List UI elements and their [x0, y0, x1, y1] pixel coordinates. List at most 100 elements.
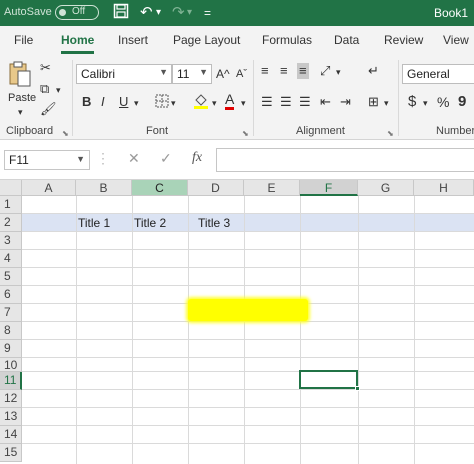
save-icon[interactable] [113, 3, 129, 25]
column-header-d[interactable]: D [188, 180, 244, 196]
font-color-button[interactable]: A [225, 92, 235, 110]
worksheet-grid: A B C D E F G H 1 2 3 4 5 6 7 8 9 10 11 … [0, 180, 474, 464]
column-header-f[interactable]: F [300, 180, 358, 196]
row-header-9[interactable]: 9 [0, 340, 22, 358]
align-middle-icon[interactable]: ≡ [280, 63, 288, 79]
enter-icon[interactable]: ✓ [160, 150, 172, 167]
align-bottom-icon[interactable]: ≡ [297, 63, 309, 79]
borders-icon[interactable] [155, 94, 169, 112]
column-header-e[interactable]: E [244, 180, 300, 196]
row-header-13[interactable]: 13 [0, 408, 22, 426]
merge-dropdown-icon[interactable]: ▾ [384, 95, 389, 111]
column-header-h[interactable]: H [414, 180, 474, 196]
increase-indent-icon[interactable]: ⇥ [340, 94, 351, 110]
wrap-text-icon[interactable]: ↵ [368, 63, 379, 79]
row-header-2[interactable]: 2 [0, 214, 22, 232]
percent-button[interactable]: % [437, 94, 449, 110]
row-header-11[interactable]: 11 [0, 372, 22, 390]
tab-data[interactable]: Data [334, 33, 359, 47]
decrease-indent-icon[interactable]: ⇤ [320, 94, 331, 110]
cell-c2[interactable]: Title 2 [134, 214, 166, 232]
row-header-4[interactable]: 4 [0, 250, 22, 268]
column-header-g[interactable]: G [358, 180, 414, 196]
gridline [132, 196, 133, 464]
gridline [22, 443, 474, 444]
align-left-icon[interactable]: ☰ [261, 94, 273, 110]
currency-button[interactable]: $ [408, 94, 416, 110]
row-header-15[interactable]: 15 [0, 444, 22, 462]
number-format-combo[interactable]: General [402, 64, 474, 84]
select-all-corner[interactable] [0, 180, 22, 196]
align-right-icon[interactable]: ☰ [299, 94, 311, 110]
formula-input[interactable] [216, 148, 474, 172]
redo-dropdown-icon[interactable]: ▾ [187, 3, 192, 23]
tab-formulas[interactable]: Formulas [262, 33, 312, 47]
column-header-b[interactable]: B [76, 180, 132, 196]
font-color-dropdown-icon[interactable]: ▾ [241, 95, 246, 111]
name-box[interactable]: F11 ▼ [4, 150, 90, 170]
fill-color-icon[interactable] [193, 92, 209, 114]
bold-button[interactable]: B [82, 94, 91, 110]
gridline [22, 357, 474, 358]
currency-dropdown-icon[interactable]: ▾ [423, 95, 428, 111]
tab-file[interactable]: File [14, 33, 33, 47]
underline-button[interactable]: U [119, 94, 128, 110]
formula-bar-grip-icon: ⋮ [96, 150, 110, 166]
copy-icon[interactable]: ⧉ [40, 81, 49, 97]
row-header-5[interactable]: 5 [0, 268, 22, 286]
gridline [22, 389, 474, 390]
cancel-icon[interactable]: ✕ [128, 150, 140, 167]
row-header-7[interactable]: 7 [0, 304, 22, 322]
undo-dropdown-icon[interactable]: ▾ [156, 3, 161, 23]
tab-home[interactable]: Home [61, 33, 95, 54]
row-header-12[interactable]: 12 [0, 390, 22, 408]
autosave-label: AutoSave [4, 6, 52, 18]
tab-page-layout[interactable]: Page Layout [173, 33, 240, 47]
underline-dropdown-icon[interactable]: ▾ [134, 95, 139, 111]
row-header-3[interactable]: 3 [0, 232, 22, 250]
font-name-combo[interactable]: Calibri ▼ [76, 64, 172, 84]
fill-color-dropdown-icon[interactable]: ▾ [212, 95, 217, 111]
row-header-10[interactable]: 10 [0, 358, 22, 372]
toggle-knob [59, 9, 66, 16]
paste-icon[interactable] [8, 60, 32, 92]
grow-font-button[interactable]: A^ [216, 66, 230, 82]
align-center-icon[interactable]: ☰ [280, 94, 292, 110]
align-top-icon[interactable]: ≡ [261, 63, 269, 79]
yellow-highlight-mark [188, 299, 308, 321]
row-header-6[interactable]: 6 [0, 286, 22, 304]
redo-icon[interactable]: ↷ [172, 3, 185, 23]
row-header-1[interactable]: 1 [0, 196, 22, 214]
fill-handle[interactable] [355, 386, 360, 391]
tab-review[interactable]: Review [384, 33, 423, 47]
merge-center-icon[interactable]: ⊞ [368, 94, 379, 110]
workbook-name: Book1 [433, 6, 468, 20]
active-cell-f11[interactable] [299, 370, 360, 391]
gridline [22, 339, 474, 340]
autosave-toggle[interactable]: Off [55, 5, 99, 20]
paste-dropdown-icon[interactable]: ▾ [18, 104, 23, 120]
number-format-value: General [407, 67, 450, 81]
cell-b2[interactable]: Title 1 [78, 214, 110, 232]
row-header-14[interactable]: 14 [0, 426, 22, 444]
tab-view[interactable]: View [443, 33, 469, 47]
comma-style-button[interactable]: 9 [458, 94, 466, 110]
customize-qat-icon[interactable]: = [204, 3, 211, 23]
cell-d2[interactable]: Title 3 [198, 214, 230, 232]
format-painter-icon[interactable]: 🖌 [40, 101, 57, 117]
italic-button[interactable]: I [101, 94, 105, 110]
tab-insert[interactable]: Insert [118, 33, 148, 47]
insert-function-button[interactable]: fx [192, 150, 202, 166]
shrink-font-button[interactable]: Aˇ [236, 66, 247, 82]
undo-icon[interactable]: ↶ [140, 3, 153, 23]
column-header-a[interactable]: A [22, 180, 76, 196]
row-header-8[interactable]: 8 [0, 322, 22, 340]
alignment-group-label: Alignment [296, 125, 345, 137]
copy-dropdown-icon[interactable]: ▾ [56, 82, 61, 98]
orientation-icon[interactable]: ⤢ [320, 63, 330, 79]
column-header-c[interactable]: C [132, 180, 188, 196]
orientation-dropdown-icon[interactable]: ▾ [336, 64, 341, 80]
borders-dropdown-icon[interactable]: ▾ [171, 95, 176, 111]
font-size-combo[interactable]: 11 ▼ [172, 64, 212, 84]
cut-icon[interactable]: ✂ [40, 60, 51, 76]
